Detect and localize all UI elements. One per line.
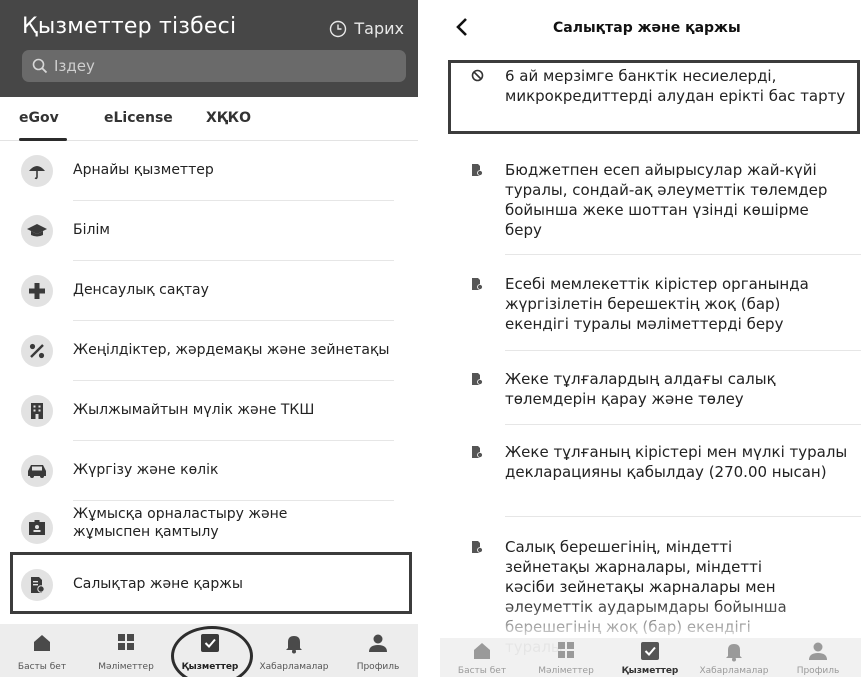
bottom-navigation: Басты бет Мәліметтер Қызметтер Хабарлама… — [440, 638, 861, 677]
grid-icon — [558, 642, 574, 658]
nav-info[interactable]: Мәліметтер — [524, 638, 608, 677]
nav-profile[interactable]: Профиль — [776, 638, 860, 677]
bell-icon — [726, 644, 742, 662]
service-category-label: Жеңілдіктер, жәрдемақы және зейнетақы — [73, 342, 390, 358]
nav-label: Хабарламалар — [259, 662, 329, 672]
bell-icon — [286, 636, 302, 654]
home-icon — [34, 635, 50, 651]
scroll-fade — [440, 600, 861, 640]
tax-document-icon — [472, 278, 483, 290]
service-item-label: Бюджетпен есеп айырысулар жай-күйі турал… — [505, 161, 828, 239]
highlight-frame — [10, 552, 412, 614]
page-title: Қызметтер тізбесі — [22, 14, 237, 39]
nav-label: Қызметтер — [621, 666, 679, 676]
service-category-label: Денсаулық сақтау — [73, 282, 209, 298]
history-label: Тарих — [354, 19, 404, 38]
nav-label: Мәліметтер — [98, 662, 154, 672]
nav-label: Профиль — [796, 666, 840, 676]
divider — [505, 254, 861, 255]
nav-label: Профиль — [356, 662, 400, 672]
tax-document-icon — [472, 373, 483, 385]
service-category-benefits[interactable]: Жеңілдіктер, жәрдемақы және зейнетақы — [0, 321, 418, 381]
tax-document-icon — [472, 541, 483, 553]
user-icon — [369, 634, 387, 652]
search-input[interactable] — [54, 57, 374, 75]
service-item-label: Жеке тұлғаның кірістері мен мүлкі туралы… — [505, 443, 848, 481]
home-icon — [474, 643, 490, 659]
service-category-special[interactable]: Арнайы қызметтер — [0, 141, 418, 201]
nav-info[interactable]: Мәліметтер — [84, 624, 168, 677]
nav-home[interactable]: Басты бет — [440, 638, 524, 677]
nav-home[interactable]: Басты бет — [0, 624, 84, 677]
history-button[interactable]: Тарих — [329, 19, 404, 38]
nav-label: Мәліметтер — [538, 666, 594, 676]
tax-document-icon — [472, 164, 483, 176]
building-icon — [21, 395, 53, 427]
divider — [505, 424, 861, 425]
taxes-finance-screen: Салықтар және қаржы 6 ай мерзімге банкті… — [440, 0, 861, 677]
graduation-cap-icon — [21, 215, 53, 247]
car-icon — [21, 455, 53, 487]
grid-icon — [118, 634, 134, 650]
divider — [505, 350, 861, 351]
service-category-transport[interactable]: Жүргізу және көлік — [0, 441, 418, 501]
service-category-label: Арнайы қызметтер — [73, 162, 214, 178]
top-header: Қызметтер тізбесі Тарих — [0, 0, 418, 97]
nav-notifications[interactable]: Хабарламалар — [692, 638, 776, 677]
search-icon — [32, 58, 48, 74]
service-category-label: Жұмысқа орналастыру және жұмыспен қамтыл… — [73, 506, 288, 540]
service-item-label: Есебі мемлекеттік кірістер органында жүр… — [505, 275, 809, 333]
clock-icon — [330, 20, 347, 37]
service-category-employment[interactable]: Жұмысқа орналастыру және жұмыспен қамтыл… — [0, 496, 418, 560]
plus-icon — [21, 275, 53, 307]
divider — [505, 516, 861, 517]
service-category-label: Жылжымайтын мүлік және ТКШ — [73, 402, 315, 418]
nav-profile[interactable]: Профиль — [336, 624, 418, 677]
nav-label: Басты бет — [457, 666, 507, 676]
highlight-frame — [448, 60, 860, 134]
tab-bar: eGov eLicense ХҚКО — [0, 97, 418, 141]
percent-icon — [21, 335, 53, 367]
check-box-icon — [641, 642, 659, 660]
tab-hkko[interactable]: ХҚКО — [206, 110, 251, 126]
service-item-label: Жеке тұлғалардың алдағы салық төлемдерін… — [505, 370, 776, 408]
service-category-label: Жүргізу және көлік — [73, 462, 219, 478]
page-title: Салықтар және қаржы — [553, 20, 741, 36]
services-list-screen: Қызметтер тізбесі Тарих eGov eLicense ХҚ… — [0, 0, 418, 677]
nav-label: Хабарламалар — [699, 666, 769, 676]
highlight-circle — [171, 626, 253, 677]
id-badge-icon — [21, 512, 53, 544]
service-category-health[interactable]: Денсаулық сақтау — [0, 261, 418, 321]
service-category-label: Білім — [73, 222, 110, 238]
back-arrow-icon[interactable] — [455, 16, 469, 38]
tab-elicense[interactable]: eLicense — [104, 110, 173, 126]
tax-document-icon — [472, 446, 483, 458]
umbrella-icon — [21, 155, 53, 187]
service-category-real-estate[interactable]: Жылжымайтын мүлік және ТКШ — [0, 381, 418, 441]
nav-notifications[interactable]: Хабарламалар — [252, 624, 336, 677]
user-icon — [809, 642, 827, 660]
nav-services[interactable]: Қызметтер — [608, 638, 692, 677]
nav-label: Басты бет — [17, 662, 67, 672]
search-box[interactable] — [22, 50, 406, 82]
tab-egov[interactable]: eGov — [19, 110, 59, 126]
service-category-education[interactable]: Білім — [0, 201, 418, 261]
